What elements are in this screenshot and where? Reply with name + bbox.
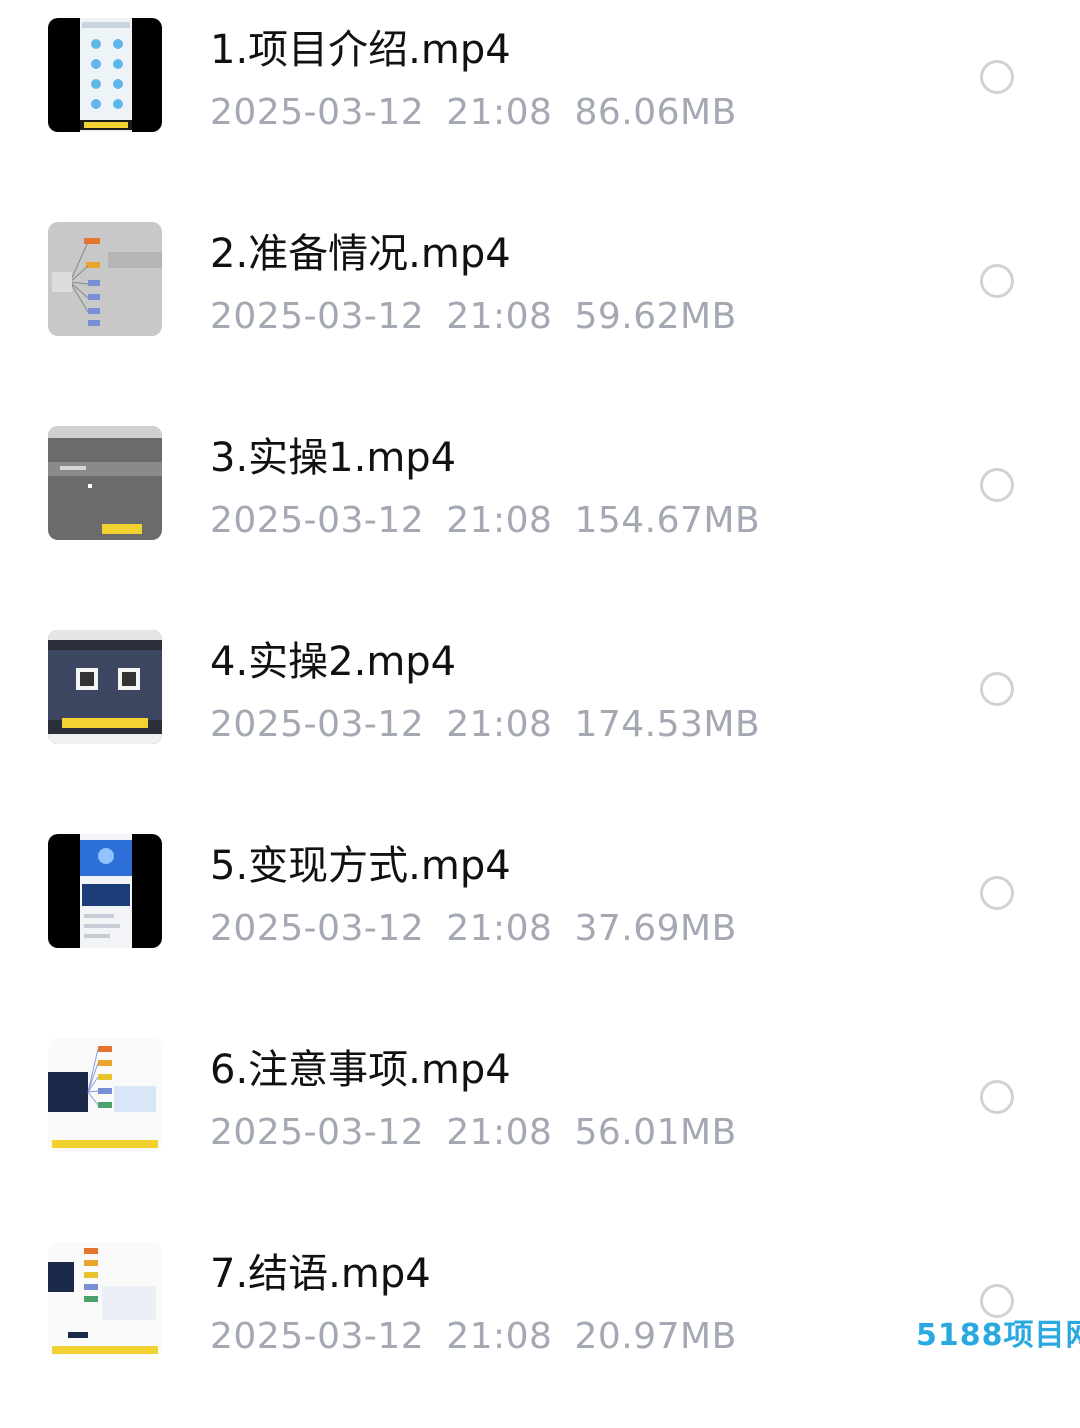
mindmap-white-thumbnail-icon xyxy=(48,1242,162,1356)
file-date: 2025-03-12 xyxy=(210,704,425,745)
file-date: 2025-03-12 xyxy=(210,296,425,337)
file-date: 2025-03-12 xyxy=(210,1316,425,1357)
file-name: 5.变现方式.mp4 xyxy=(210,843,511,889)
select-checkbox[interactable] xyxy=(980,876,1014,910)
file-row[interactable]: 2.准备情况.mp4 2025-03-12 21:08 59.62MB xyxy=(0,204,1080,408)
select-checkbox[interactable] xyxy=(980,60,1014,94)
file-time: 21:08 xyxy=(446,908,553,949)
file-name: 6.注意事项.mp4 xyxy=(210,1047,511,1093)
file-meta: 2025-03-12 21:08 56.01MB xyxy=(210,1111,737,1155)
file-meta: 2025-03-12 21:08 174.53MB xyxy=(210,703,760,747)
file-row[interactable]: 5.变现方式.mp4 2025-03-12 21:08 37.69MB xyxy=(0,816,1080,1020)
video-thumbnail xyxy=(48,18,162,132)
phone-screen-thumbnail-icon xyxy=(48,18,162,132)
file-size: 174.53MB xyxy=(574,704,761,745)
file-size: 59.62MB xyxy=(574,296,737,337)
mindmap-white-thumbnail-icon xyxy=(48,1038,162,1152)
file-size: 154.67MB xyxy=(574,500,761,541)
file-row[interactable]: 4.实操2.mp4 2025-03-12 21:08 174.53MB xyxy=(0,612,1080,816)
video-thumbnail xyxy=(48,222,162,336)
file-meta: 2025-03-12 21:08 37.69MB xyxy=(210,907,737,951)
watermark-logo: 5188项目网 xyxy=(916,1318,1080,1353)
select-checkbox[interactable] xyxy=(980,468,1014,502)
file-date: 2025-03-12 xyxy=(210,500,425,541)
video-thumbnail xyxy=(48,1038,162,1152)
blue-phone-thumbnail-icon xyxy=(48,834,162,948)
file-meta: 2025-03-12 21:08 59.62MB xyxy=(210,295,737,339)
file-row[interactable]: 1.项目介绍.mp4 2025-03-12 21:08 86.06MB xyxy=(0,0,1080,204)
file-time: 21:08 xyxy=(446,1316,553,1357)
file-name: 1.项目介绍.mp4 xyxy=(210,27,511,73)
select-checkbox[interactable] xyxy=(980,1284,1014,1318)
file-name: 4.实操2.mp4 xyxy=(210,639,457,685)
file-time: 21:08 xyxy=(446,1112,553,1153)
video-thumbnail xyxy=(48,834,162,948)
file-size: 37.69MB xyxy=(574,908,737,949)
file-size: 56.01MB xyxy=(574,1112,737,1153)
file-date: 2025-03-12 xyxy=(210,908,425,949)
video-thumbnail xyxy=(48,630,162,744)
file-size: 20.97MB xyxy=(574,1316,737,1357)
file-time: 21:08 xyxy=(446,296,553,337)
file-name: 2.准备情况.mp4 xyxy=(210,231,511,277)
file-date: 2025-03-12 xyxy=(210,1112,425,1153)
file-list: 1.项目介绍.mp4 2025-03-12 21:08 86.06MB 2.准备情况… xyxy=(0,0,1080,1359)
file-time: 21:08 xyxy=(446,500,553,541)
qrcode-screen-thumbnail-icon xyxy=(48,630,162,744)
file-time: 21:08 xyxy=(446,92,553,133)
select-checkbox[interactable] xyxy=(980,1080,1014,1114)
file-row[interactable]: 6.注意事项.mp4 2025-03-12 21:08 56.01MB xyxy=(0,1020,1080,1224)
file-time: 21:08 xyxy=(446,704,553,745)
mindmap-thumbnail-icon xyxy=(48,222,162,336)
file-meta: 2025-03-12 21:08 86.06MB xyxy=(210,91,737,135)
video-thumbnail xyxy=(48,1242,162,1356)
file-meta: 2025-03-12 21:08 154.67MB xyxy=(210,499,760,543)
file-meta: 2025-03-12 21:08 20.97MB xyxy=(210,1315,737,1359)
file-name: 3.实操1.mp4 xyxy=(210,435,457,481)
file-date: 2025-03-12 xyxy=(210,92,425,133)
file-name: 7.结语.mp4 xyxy=(210,1251,431,1297)
select-checkbox[interactable] xyxy=(980,264,1014,298)
select-checkbox[interactable] xyxy=(980,672,1014,706)
file-row[interactable]: 3.实操1.mp4 2025-03-12 21:08 154.67MB xyxy=(0,408,1080,612)
video-thumbnail xyxy=(48,426,162,540)
file-size: 86.06MB xyxy=(574,92,737,133)
gray-screen-thumbnail-icon xyxy=(48,426,162,540)
